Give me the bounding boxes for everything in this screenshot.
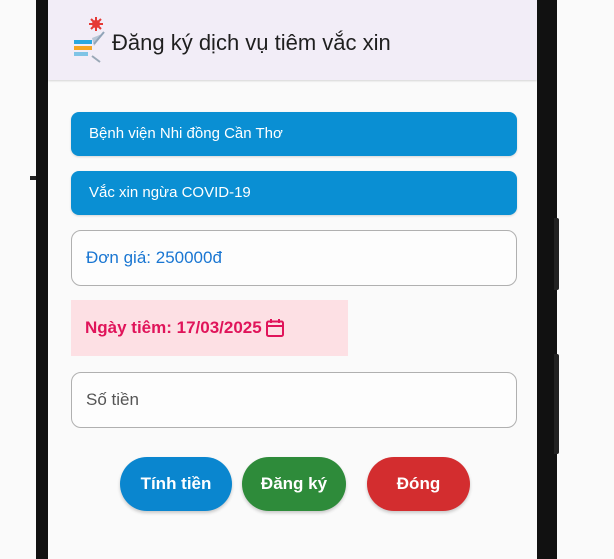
calculate-button[interactable]: Tính tiền (120, 457, 232, 511)
app-title: Đăng ký dịch vụ tiêm vắc xin (112, 30, 391, 55)
price-field: Đơn giá: 250000đ (71, 230, 517, 286)
app-screen: Đăng ký dịch vụ tiêm vắc xin Bệnh viện N… (48, 0, 537, 559)
close-button[interactable]: Đóng (367, 457, 470, 511)
amount-input[interactable]: Số tiền (71, 372, 517, 428)
injection-date-picker[interactable]: Ngày tiêm: 17/03/2025 (71, 300, 348, 356)
calendar-icon[interactable] (265, 318, 285, 338)
register-button[interactable]: Đăng ký (242, 457, 346, 511)
page: Đăng ký dịch vụ tiêm vắc xin Bệnh viện N… (0, 0, 614, 559)
phone-power-button (554, 354, 559, 454)
vaccine-select[interactable]: Vắc xin ngừa COVID-19 (71, 171, 517, 215)
phone-volume-button (554, 218, 559, 290)
hospital-select[interactable]: Bệnh viện Nhi đồng Cần Thơ (71, 112, 517, 156)
app-bar: Đăng ký dịch vụ tiêm vắc xin (48, 0, 537, 80)
phone-frame-left (36, 0, 48, 559)
vaccine-syringe-icon (72, 12, 108, 64)
injection-date-label: Ngày tiêm: 17/03/2025 (85, 318, 262, 337)
